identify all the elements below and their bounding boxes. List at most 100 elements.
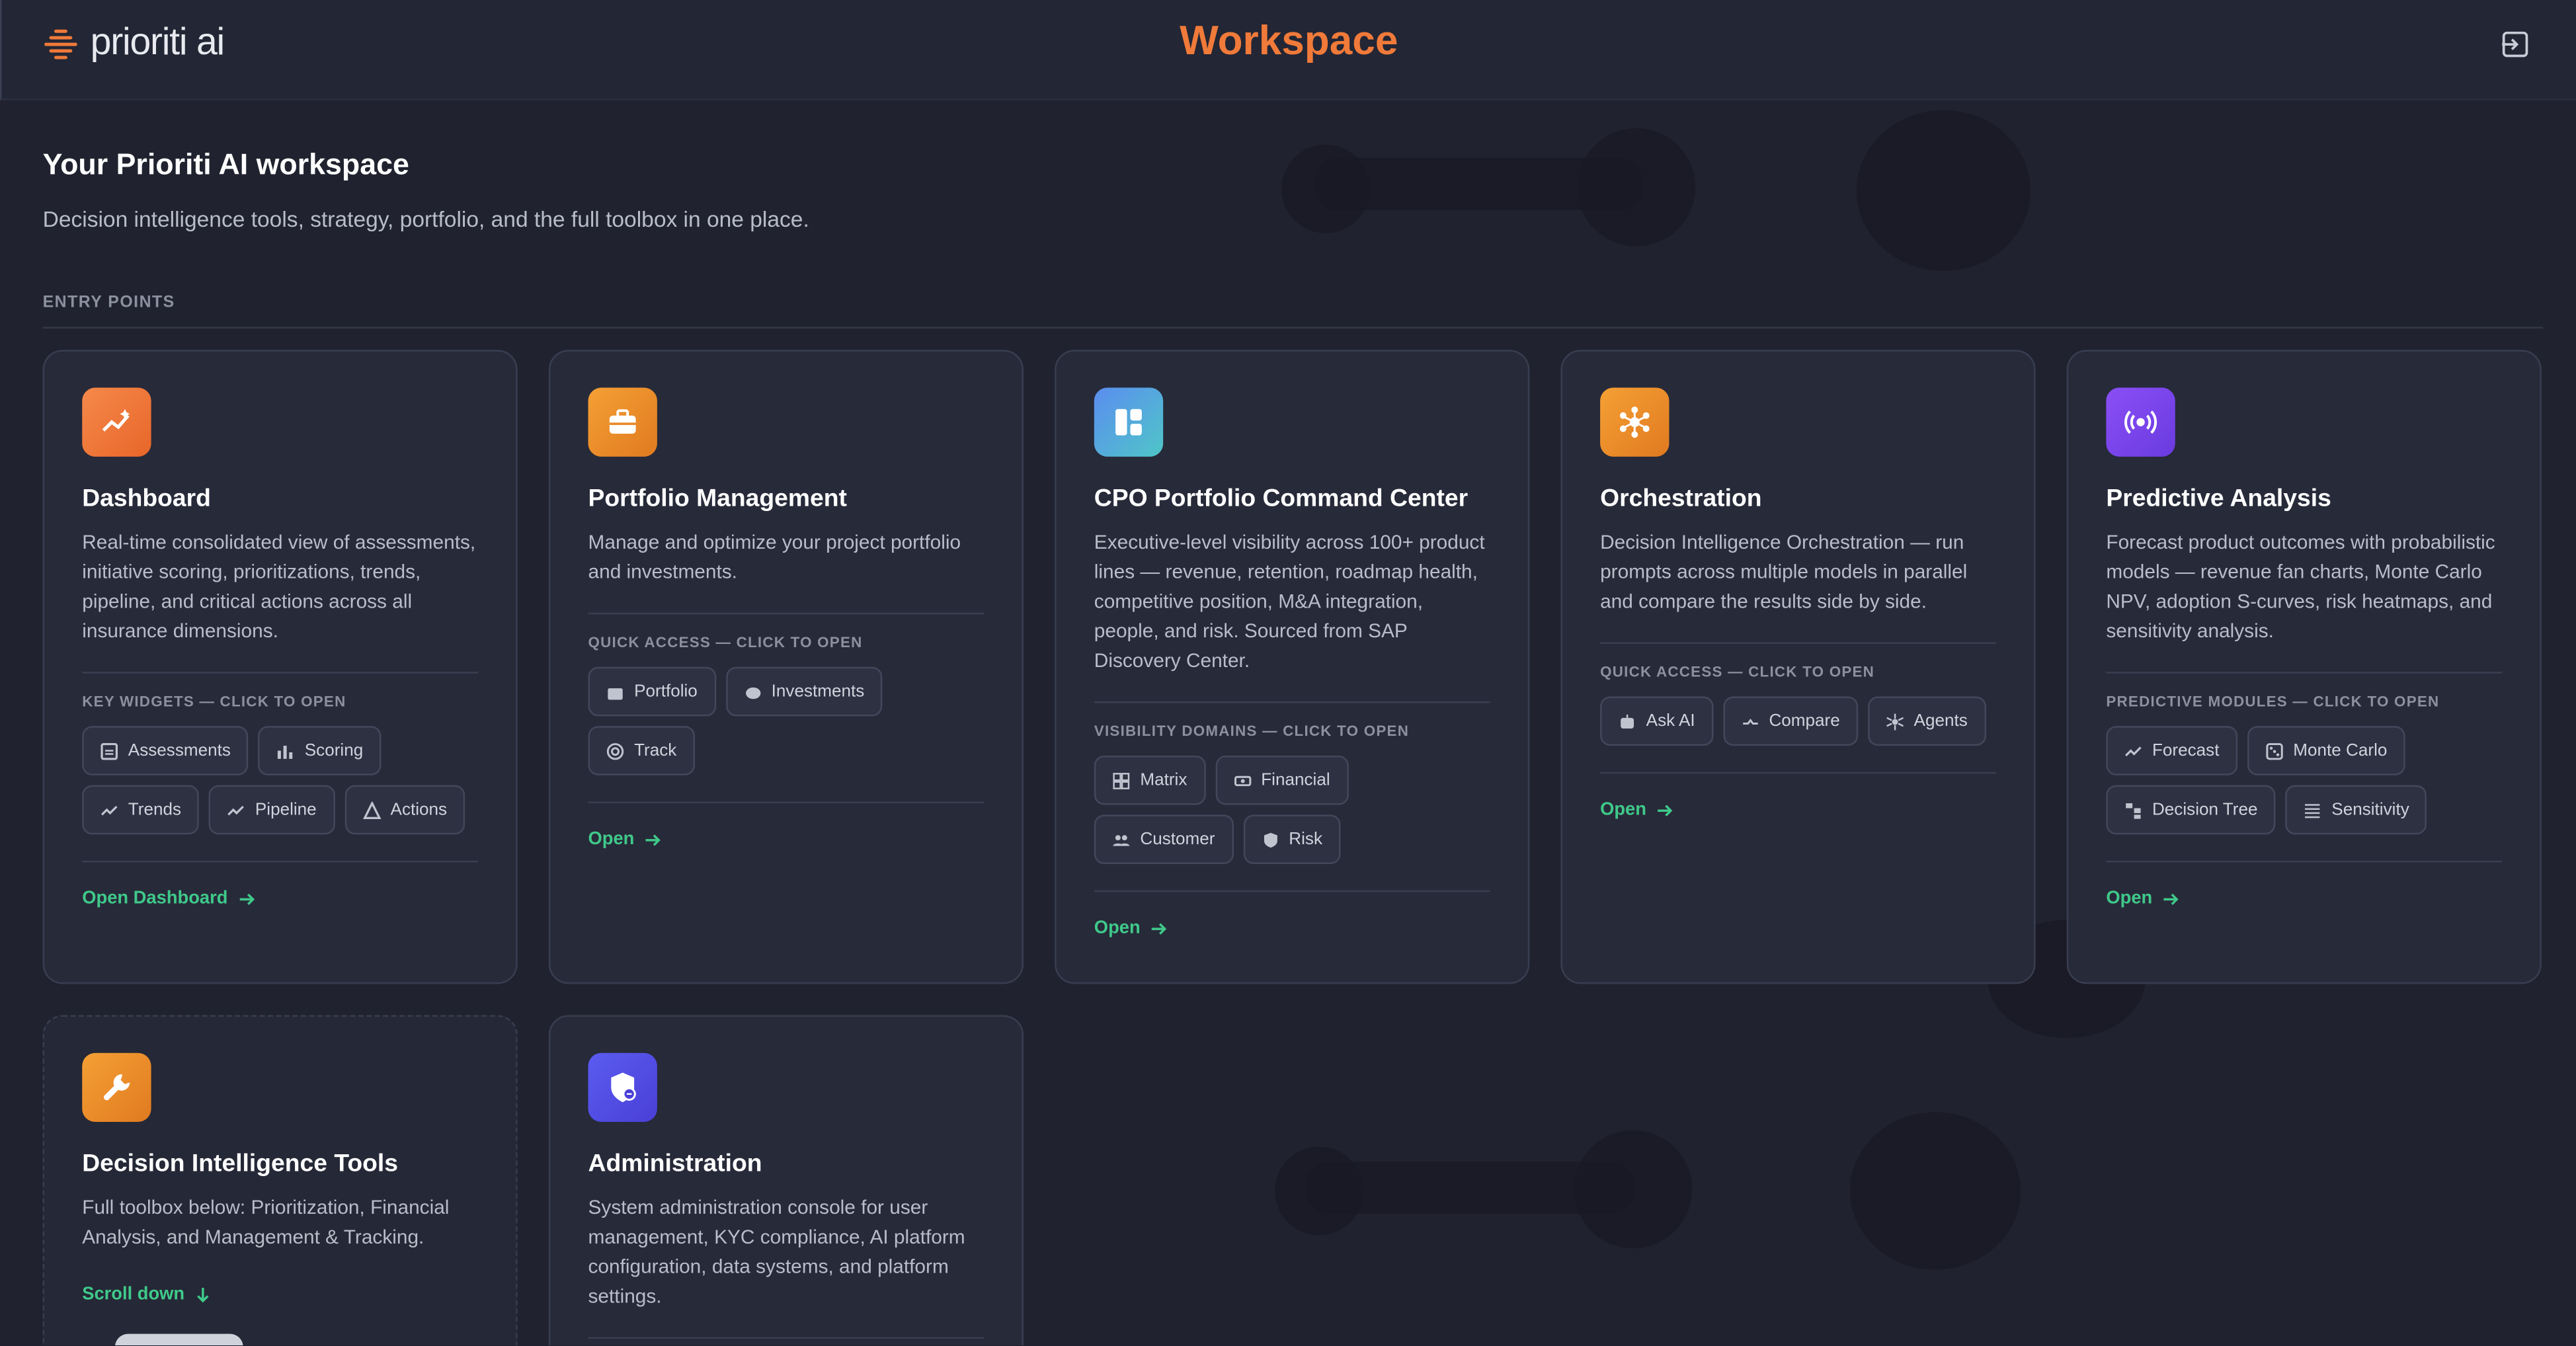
dice-icon bbox=[2266, 742, 2283, 760]
link-label: Open bbox=[588, 829, 635, 850]
robot-icon bbox=[1621, 713, 1634, 728]
card-divider bbox=[1600, 772, 1996, 774]
workspace-heading: Your Prioriti AI workspace bbox=[42, 147, 409, 181]
card-title: Predictive Analysis bbox=[2106, 484, 2331, 513]
chip-trends[interactable]: Trends bbox=[82, 785, 200, 835]
target-icon bbox=[606, 742, 624, 760]
trend-icon bbox=[2125, 746, 2142, 756]
chip-assessments[interactable]: Assessments bbox=[82, 726, 249, 775]
layout-icon bbox=[1094, 387, 1164, 457]
open-portfolio-link[interactable]: Open bbox=[588, 830, 985, 850]
chip-label: Monte Carlo bbox=[2293, 740, 2388, 761]
chip-monte-carlo[interactable]: Monte Carlo bbox=[2247, 726, 2405, 775]
chip-label: Trends bbox=[128, 800, 182, 820]
chip-pipeline[interactable]: Pipeline bbox=[209, 785, 335, 835]
chip-label: Pipeline bbox=[255, 800, 317, 820]
card-predictive-analysis[interactable]: Predictive Analysis Forecast product out… bbox=[2066, 350, 2542, 984]
lines-icon bbox=[2305, 803, 2320, 818]
shield-icon bbox=[588, 1052, 657, 1123]
logout-icon[interactable] bbox=[2501, 30, 2530, 59]
chips-label: PREDICTIVE MODULES — CLICK TO OPEN bbox=[2106, 693, 2440, 710]
section-label: ENTRY POINTS bbox=[42, 294, 175, 313]
card-divider bbox=[588, 801, 985, 804]
section-divider bbox=[42, 327, 2544, 329]
card-divider bbox=[2106, 672, 2503, 674]
card-title: Dashboard bbox=[82, 484, 211, 513]
shield-icon bbox=[1263, 832, 1277, 847]
arrow-right-icon bbox=[645, 833, 661, 846]
open-orchestration-link[interactable]: Open bbox=[1600, 800, 1996, 820]
chip-customer[interactable]: Customer bbox=[1094, 814, 1233, 864]
chip-label: Decision Tree bbox=[2152, 800, 2258, 820]
card-portfolio-management[interactable]: Portfolio Management Manage and optimize… bbox=[548, 350, 1024, 984]
card-title: CPO Portfolio Command Center bbox=[1094, 484, 1469, 513]
chip-actions[interactable]: Actions bbox=[344, 785, 465, 835]
card-title: Portfolio Management bbox=[588, 484, 847, 513]
compare-icon bbox=[1742, 717, 1758, 724]
card-description: Executive-level visibility across 100+ p… bbox=[1094, 530, 1485, 672]
bar-chart-icon bbox=[278, 744, 294, 758]
card-divider bbox=[1094, 890, 1490, 892]
chip-compare[interactable]: Compare bbox=[1722, 696, 1859, 746]
card-description: Decision Intelligence Orchestration — ru… bbox=[1600, 530, 1968, 613]
card-cpo-command-center[interactable]: CPO Portfolio Command Center Executive-l… bbox=[1055, 350, 1530, 984]
warning-icon bbox=[362, 801, 381, 818]
network-icon bbox=[1886, 713, 1904, 730]
chip-matrix[interactable]: Matrix bbox=[1094, 755, 1205, 805]
arrow-right-icon bbox=[239, 892, 255, 904]
arrow-right-icon bbox=[1658, 804, 1673, 816]
chip-agents[interactable]: Agents bbox=[1867, 696, 1986, 746]
chips-label: KEY WIDGETS — CLICK TO OPEN bbox=[82, 693, 346, 710]
money-icon bbox=[1233, 775, 1251, 785]
card-divider bbox=[588, 612, 985, 615]
chip-label: Sensitivity bbox=[2331, 800, 2409, 820]
chip-label: Agents bbox=[1913, 711, 1968, 731]
workspace-subheading: Decision intelligence tools, strategy, p… bbox=[42, 207, 809, 232]
chip-group: Ask AI Compare Agents bbox=[1600, 696, 1996, 746]
chip-risk[interactable]: Risk bbox=[1242, 814, 1341, 864]
page-title: Workspace bbox=[1180, 18, 1398, 64]
card-administration[interactable]: Administration System administration con… bbox=[548, 1015, 1024, 1345]
arrow-down-icon bbox=[198, 1287, 210, 1302]
card-divider bbox=[82, 860, 479, 863]
sparkle-chart-icon bbox=[82, 387, 151, 457]
card-decision-intelligence-tools[interactable]: Decision Intelligence Tools Full toolbox… bbox=[42, 1015, 518, 1345]
open-cpo-link[interactable]: Open bbox=[1094, 918, 1490, 938]
card-dashboard[interactable]: Dashboard Real-time consolidated view of… bbox=[42, 350, 518, 984]
broadcast-icon bbox=[2106, 387, 2175, 457]
chip-track[interactable]: Track bbox=[588, 726, 695, 775]
trend-icon bbox=[227, 805, 245, 815]
chip-scoring[interactable]: Scoring bbox=[259, 726, 382, 775]
background-node bbox=[1574, 1130, 1693, 1249]
chip-label: Matrix bbox=[1140, 770, 1187, 791]
briefcase-icon bbox=[608, 687, 623, 699]
workspace-screen: prioriti ai Workspace Your Prioriti AI w… bbox=[0, 0, 2576, 1345]
users-icon bbox=[1113, 834, 1130, 846]
chip-investments[interactable]: Investments bbox=[725, 666, 883, 717]
briefcase-icon bbox=[588, 387, 657, 457]
scroll-down-link[interactable]: Scroll down bbox=[82, 1285, 478, 1304]
chip-label: Portfolio bbox=[634, 682, 698, 701]
piggy-bank-icon bbox=[745, 686, 760, 698]
chip-sensitivity[interactable]: Sensitivity bbox=[2285, 785, 2428, 835]
link-label: Open Dashboard bbox=[82, 889, 228, 909]
chip-label: Customer bbox=[1140, 829, 1215, 850]
arrow-right-icon bbox=[2163, 892, 2179, 904]
card-divider bbox=[82, 672, 479, 674]
chip-label: Compare bbox=[1769, 711, 1840, 731]
card-orchestration[interactable]: Orchestration Decision Intelligence Orch… bbox=[1560, 350, 2036, 984]
chip-label: Investments bbox=[771, 682, 865, 701]
open-predictive-link[interactable]: Open bbox=[2106, 889, 2502, 908]
chip-portfolio[interactable]: Portfolio bbox=[588, 666, 716, 717]
chip-forecast[interactable]: Forecast bbox=[2106, 726, 2237, 775]
chip-decision-tree[interactable]: Decision Tree bbox=[2106, 785, 2276, 835]
tree-icon bbox=[2126, 802, 2141, 818]
open-dashboard-link[interactable]: Open Dashboard bbox=[82, 889, 478, 908]
chip-financial[interactable]: Financial bbox=[1215, 755, 1349, 805]
chip-ask-ai[interactable]: Ask AI bbox=[1600, 696, 1713, 746]
link-label: Open bbox=[1600, 800, 1646, 820]
chip-label: Risk bbox=[1289, 829, 1323, 850]
trend-icon bbox=[101, 805, 118, 815]
card-divider bbox=[588, 1337, 985, 1339]
card-description: Real-time consolidated view of assessmen… bbox=[82, 530, 476, 643]
